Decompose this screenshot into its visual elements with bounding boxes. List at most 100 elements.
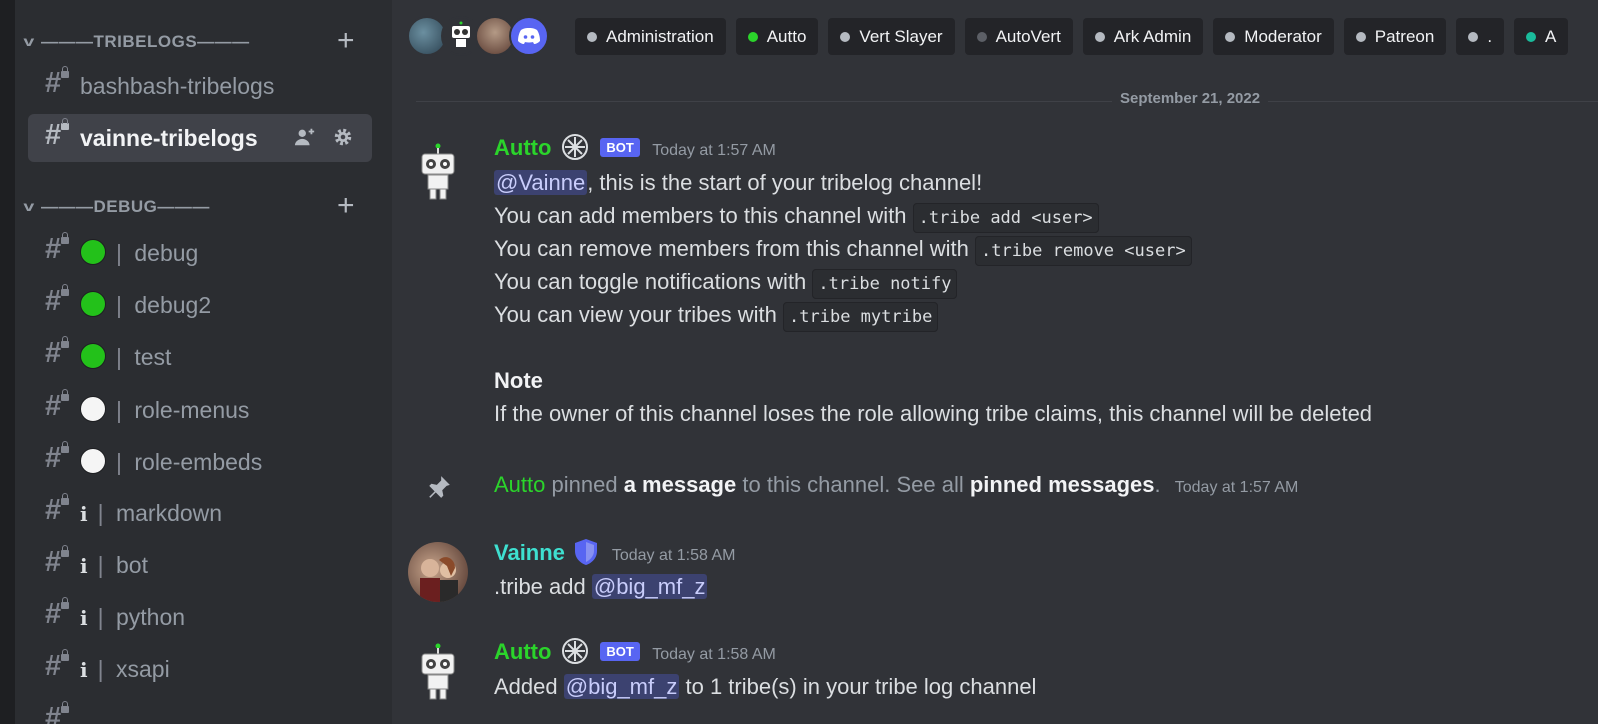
info-icon: i bbox=[80, 554, 88, 578]
white-circle-emoji bbox=[80, 448, 106, 474]
role-tags: Administration Autto Vert Slayer AutoVer… bbox=[575, 18, 1569, 55]
timestamp[interactable]: Today at 1:58 AM bbox=[652, 646, 776, 663]
bot-badge: BOT bbox=[600, 138, 640, 157]
channel-name: xsapi bbox=[115, 656, 170, 682]
timestamp[interactable]: Today at 1:57 AM bbox=[652, 142, 776, 159]
role-tag[interactable]: Ark Admin bbox=[1082, 18, 1204, 55]
author-name[interactable]: Autto bbox=[494, 472, 545, 497]
bot-robot-avatar[interactable] bbox=[408, 642, 468, 702]
channel-bashbash-tribelogs[interactable]: # bashbash-tribelogs bbox=[28, 62, 372, 110]
server-rail bbox=[0, 0, 15, 724]
channel-python[interactable]: # i | python bbox=[28, 593, 372, 641]
author-name[interactable]: Autto bbox=[494, 135, 551, 160]
message-line: You can add members to this channel with… bbox=[494, 199, 1372, 233]
role-tag[interactable]: Moderator bbox=[1213, 18, 1334, 55]
category-debug[interactable]: v ———DEBUG——— + bbox=[15, 191, 392, 223]
channel-name: vainne-tribelogs bbox=[80, 125, 258, 151]
channel-name: bashbash-tribelogs bbox=[80, 73, 275, 99]
channel-sidebar: v ———TRIBELOGS——— + # bashbash-tribelogs… bbox=[15, 0, 392, 724]
role-bar: Administration Autto Vert Slayer AutoVer… bbox=[392, 0, 1598, 72]
gear-icon[interactable] bbox=[332, 126, 354, 148]
timestamp[interactable]: Today at 1:57 AM bbox=[1175, 479, 1299, 496]
user-mention[interactable]: @big_mf_z bbox=[563, 674, 680, 699]
channel-xsapi[interactable]: # i | xsapi bbox=[28, 645, 372, 693]
user-avatar[interactable] bbox=[408, 542, 468, 602]
channel-markdown[interactable]: # i | markdown bbox=[28, 489, 372, 537]
role-tag[interactable]: A bbox=[1514, 18, 1569, 55]
category-tribelogs[interactable]: v ———TRIBELOGS——— + bbox=[15, 26, 392, 58]
message-link[interactable]: a message bbox=[624, 472, 737, 497]
pinned-messages-link[interactable]: pinned messages bbox=[970, 472, 1155, 497]
channel-debug[interactable]: # | debug bbox=[28, 228, 372, 276]
role-color-dot bbox=[1468, 31, 1479, 42]
locked-text-channel-icon: # bbox=[45, 441, 75, 476]
date-divider-line bbox=[416, 101, 1598, 102]
chevron-down-icon: v bbox=[23, 198, 35, 214]
message-line: You can view your tribes with .tribe myt… bbox=[494, 298, 1372, 332]
channel-role-embeds[interactable]: # | role-embeds bbox=[28, 437, 372, 485]
channel-name: debug2 bbox=[134, 292, 212, 318]
locked-text-channel-icon: # bbox=[45, 118, 75, 153]
create-channel-plus-icon[interactable]: + bbox=[337, 191, 355, 221]
timestamp[interactable]: Today at 1:58 AM bbox=[612, 547, 736, 564]
role-tag[interactable]: Autto bbox=[735, 18, 819, 55]
author-name[interactable]: Autto bbox=[494, 639, 551, 664]
pin-icon bbox=[429, 476, 450, 498]
member-avatars bbox=[407, 16, 549, 56]
role-tag[interactable]: Vert Slayer bbox=[828, 18, 955, 55]
channel-partial[interactable]: # bbox=[28, 697, 372, 724]
author-name[interactable]: Vainne bbox=[494, 540, 565, 565]
role-color-dot bbox=[840, 31, 851, 42]
role-tag[interactable]: Administration bbox=[575, 18, 726, 55]
channel-name: test bbox=[134, 344, 172, 370]
channel-test[interactable]: # | test bbox=[28, 332, 372, 380]
channel-name: markdown bbox=[115, 500, 223, 526]
green-circle-emoji bbox=[80, 239, 106, 265]
message-line: .tribe add @big_mf_z bbox=[494, 574, 708, 599]
locked-text-channel-icon: # bbox=[45, 336, 75, 371]
locked-text-channel-icon: # bbox=[45, 493, 75, 528]
discord-logo-icon[interactable] bbox=[509, 16, 549, 56]
user-mention[interactable]: @big_mf_z bbox=[591, 574, 708, 599]
green-circle-emoji bbox=[80, 343, 106, 369]
locked-text-channel-icon: # bbox=[45, 232, 75, 267]
locked-text-channel-icon: # bbox=[45, 389, 75, 424]
category-title: ———TRIBELOGS——— bbox=[41, 32, 250, 51]
role-color-dot bbox=[587, 31, 597, 42]
channel-name: debug bbox=[134, 240, 199, 266]
role-tag[interactable]: AutoVert bbox=[964, 18, 1073, 55]
locked-text-channel-icon: # bbox=[45, 284, 75, 319]
role-tag[interactable]: Patreon bbox=[1343, 18, 1447, 55]
chevron-down-icon: v bbox=[23, 33, 35, 49]
channel-vainne-tribelogs[interactable]: # vainne-tribelogs bbox=[28, 114, 372, 162]
locked-text-channel-icon: # bbox=[45, 66, 75, 101]
message-line: Added @big_mf_z to 1 tribe(s) in your tr… bbox=[494, 674, 1037, 699]
role-tag[interactable]: . bbox=[1456, 18, 1505, 55]
locked-text-channel-icon: # bbox=[45, 545, 75, 580]
channel-name: role-embeds bbox=[134, 449, 263, 475]
locked-text-channel-icon: # bbox=[45, 597, 75, 632]
note-title: Note bbox=[494, 368, 543, 393]
user-mention[interactable]: @Vainne bbox=[494, 170, 588, 195]
role-color-dot bbox=[1526, 31, 1537, 42]
message-line: You can remove members from this channel… bbox=[494, 232, 1372, 266]
role-color-dot bbox=[1225, 31, 1236, 42]
channel-role-menus[interactable]: # | role-menus bbox=[28, 385, 372, 433]
server-tag-icon bbox=[561, 134, 588, 160]
invite-member-icon[interactable] bbox=[294, 126, 316, 148]
note-text: If the owner of this channel loses the r… bbox=[494, 401, 1373, 426]
chat-area: Administration Autto Vert Slayer AutoVer… bbox=[392, 0, 1598, 724]
date-divider-label: September 21, 2022 bbox=[1112, 90, 1269, 107]
message-line: @Vainne, this is the start of your tribe… bbox=[494, 170, 983, 195]
category-title: ———DEBUG——— bbox=[41, 197, 210, 216]
create-channel-plus-icon[interactable]: + bbox=[337, 26, 355, 56]
channel-bot[interactable]: # i | bot bbox=[28, 541, 372, 589]
locked-text-channel-icon: # bbox=[45, 649, 75, 684]
channel-name: bot bbox=[115, 552, 148, 578]
info-icon: i bbox=[80, 606, 88, 630]
role-color-dot bbox=[1355, 31, 1366, 42]
info-icon: i bbox=[80, 502, 88, 526]
channel-debug2[interactable]: # | debug2 bbox=[28, 280, 372, 328]
role-color-dot bbox=[747, 31, 758, 42]
bot-robot-avatar[interactable] bbox=[408, 142, 468, 202]
